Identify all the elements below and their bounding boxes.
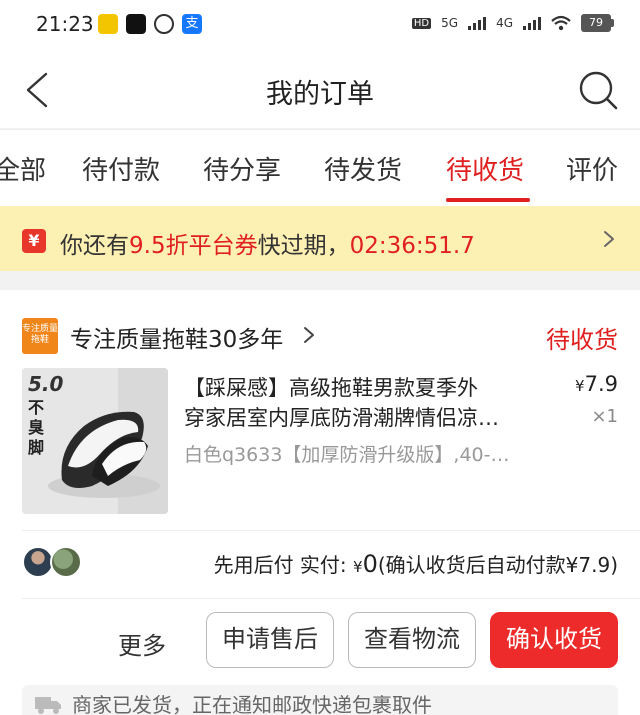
status-notification-icons: 支	[98, 14, 202, 34]
network-4g-label: 4G	[496, 16, 513, 30]
coupon-countdown: 02:36:51.7	[349, 233, 475, 259]
order-card: 专注质量拖鞋 专注质量拖鞋30多年 待收货 5.0 不臭脚 【踩屎感】高级拖鞋男…	[0, 290, 640, 715]
alipay-icon: 支	[182, 14, 202, 34]
payment-note: (确认收货后自动付款¥7.9)	[377, 553, 618, 577]
tiktok-icon	[126, 14, 146, 34]
payment-currency: ¥	[353, 558, 363, 576]
divider	[22, 598, 640, 599]
product-quantity: ×1	[591, 406, 618, 427]
page-title: 我的订单	[266, 79, 374, 110]
product-sku: 白色q3633【加厚防滑升级版】,40-…	[184, 444, 510, 466]
coupon-highlight: 9.5折平台券	[129, 233, 258, 259]
coupon-message: 你还有9.5折平台券快过期，02:36:51.7	[60, 226, 475, 260]
truck-icon	[35, 697, 61, 714]
shop-logo: 专注质量拖鞋	[22, 318, 58, 354]
payment-info: 先用后付 实付: ¥0(确认收货后自动付款¥7.9)	[214, 549, 618, 578]
product-price: ¥7.9	[575, 372, 618, 396]
signal-5g-icon	[468, 16, 487, 30]
price-symbol: ¥	[575, 377, 585, 395]
wifi-icon	[551, 15, 571, 31]
logistics-status[interactable]: 商家已发货，正在通知邮政快递包裹取件	[22, 685, 618, 715]
nav-bar: 我的订单	[0, 52, 640, 128]
after-sale-button[interactable]: 申请售后	[206, 612, 334, 668]
divider	[22, 530, 640, 531]
chevron-right-icon	[604, 231, 614, 247]
product-title-line2[interactable]: 穿家居室内厚底防滑潮牌情侣凉…	[184, 402, 499, 432]
battery-icon: 79	[581, 14, 614, 32]
coupon-suffix: 快过期，	[257, 233, 350, 259]
payment-label: 先用后付 实付:	[213, 553, 354, 577]
tab-review[interactable]: 评价	[566, 150, 618, 187]
battery-level: 79	[581, 14, 611, 32]
tab-pending-share[interactable]: 待分享	[203, 150, 281, 187]
more-button[interactable]: 更多	[118, 626, 166, 661]
shop-name[interactable]: 专注质量拖鞋30多年	[70, 320, 283, 354]
coupon-banner[interactable]: ¥ 你还有9.5折平台券快过期，02:36:51.7	[0, 206, 640, 271]
active-tab-indicator	[446, 198, 530, 202]
status-bar: 21:23 支 HD 5G 4G 79	[0, 0, 640, 52]
hd-label: HD	[411, 17, 432, 29]
confirm-receipt-button[interactable]: 确认收货	[490, 612, 618, 668]
coupon-icon: ¥	[22, 229, 46, 253]
product-image[interactable]: 5.0 不臭脚	[22, 368, 168, 514]
product-title-line1[interactable]: 【踩屎感】高级拖鞋男款夏季外	[184, 372, 478, 402]
app-notification-icon	[154, 14, 174, 34]
search-icon[interactable]	[576, 68, 620, 112]
status-time: 21:23	[36, 12, 94, 36]
view-logistics-button[interactable]: 查看物流	[348, 612, 476, 668]
product-image-badge: 5.0	[28, 372, 64, 396]
payment-amount: 0	[362, 550, 378, 578]
price-value: 7.9	[584, 372, 618, 396]
order-tabs: 全部 待付款 待分享 待发货 待收货 评价	[0, 129, 640, 206]
tab-pending-receipt[interactable]: 待收货	[446, 150, 524, 187]
app-notification-icon	[98, 14, 118, 34]
avatar	[50, 546, 82, 578]
signal-4g-icon	[523, 16, 541, 30]
tab-pending-payment[interactable]: 待付款	[82, 150, 160, 187]
status-indicators: HD 5G 4G 79	[411, 14, 614, 32]
coupon-prefix: 你还有	[60, 233, 129, 259]
logistics-text: 商家已发货，正在通知邮政快递包裹取件	[72, 693, 432, 715]
tab-pending-shipment[interactable]: 待发货	[324, 150, 402, 187]
product-image-caption: 不臭脚	[28, 398, 45, 457]
chevron-right-icon[interactable]	[302, 326, 316, 344]
order-status: 待收货	[546, 326, 618, 354]
network-5g-label: 5G	[441, 16, 459, 30]
tab-all[interactable]: 全部	[0, 150, 46, 187]
